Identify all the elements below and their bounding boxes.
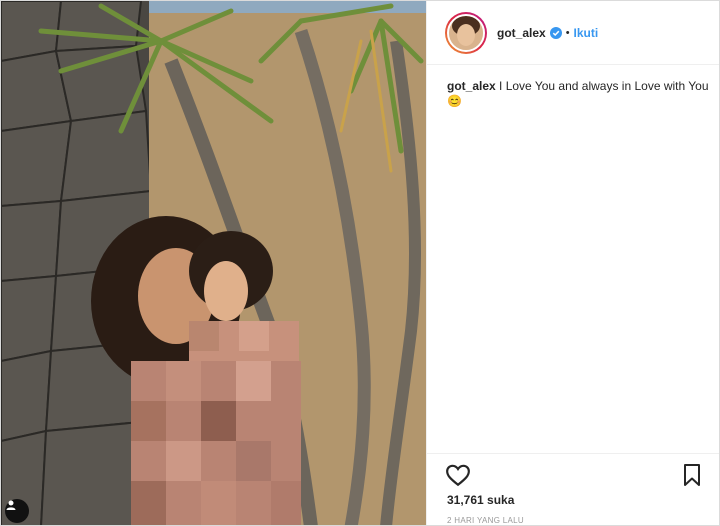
post-caption: got_alex I Love You and always in Love w… xyxy=(447,79,709,109)
user-tag-icon[interactable] xyxy=(5,499,29,523)
avatar-face xyxy=(449,15,483,50)
separator-dot: • xyxy=(565,26,570,39)
username-link[interactable]: got_alex xyxy=(497,26,546,40)
post-photo[interactable] xyxy=(1,1,426,525)
person-glyph xyxy=(6,500,16,510)
instagram-post: got_alex • Ikuti got_alex I Love You and… xyxy=(0,0,720,526)
post-header: got_alex • Ikuti xyxy=(427,1,719,65)
avatar-image xyxy=(447,13,485,52)
like-count[interactable]: 31,761 suka xyxy=(447,493,514,507)
post-side-panel: got_alex • Ikuti got_alex I Love You and… xyxy=(426,1,719,525)
photo-illustration xyxy=(1,1,426,525)
verified-badge-icon xyxy=(549,26,562,39)
heart-icon[interactable] xyxy=(445,462,471,488)
avatar[interactable] xyxy=(445,11,487,54)
bookmark-icon[interactable] xyxy=(681,463,703,487)
post-timestamp: 2 HARI YANG LALU xyxy=(447,516,524,525)
caption-username[interactable]: got_alex xyxy=(447,79,496,93)
follow-button[interactable]: Ikuti xyxy=(574,26,599,40)
action-bar xyxy=(427,453,719,497)
